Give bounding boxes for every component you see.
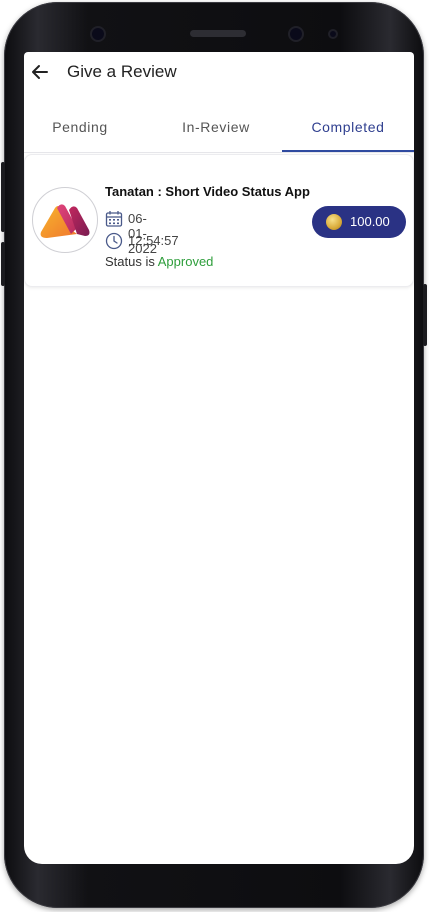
top-app-bar: Give a Review (24, 52, 414, 96)
review-time-text: 12:54:57 (128, 233, 179, 248)
reward-amount: 100.00 (350, 214, 390, 229)
app-logo (32, 187, 98, 253)
clock-icon (105, 232, 123, 250)
status-value: Approved (157, 254, 214, 269)
tab-completed-label: Completed (311, 119, 385, 135)
coin-icon (326, 214, 342, 230)
active-tab-indicator (282, 150, 414, 152)
review-card[interactable]: Tanatan : Short Video Status App 06-01-2… (24, 154, 414, 287)
earpiece-speaker (190, 30, 246, 37)
side-button-right (423, 284, 427, 346)
tab-completed[interactable]: Completed (282, 114, 414, 152)
tab-bar: Pending In-Review Completed (24, 114, 414, 153)
app-screen: Give a Review Pending In-Review Complete… (24, 52, 414, 864)
app-name: Tanatan : Short Video Status App (105, 184, 310, 199)
page-title: Give a Review (67, 62, 177, 81)
status-prefix: Status is (105, 254, 155, 269)
calendar-icon (105, 211, 123, 227)
tab-in-review[interactable]: In-Review (150, 114, 282, 152)
side-button-left-2 (1, 242, 5, 286)
sensor-icon (290, 28, 302, 40)
reward-button[interactable]: 100.00 (312, 206, 406, 238)
tab-pending-label: Pending (52, 119, 108, 135)
tab-in-review-label: In-Review (182, 119, 250, 135)
back-arrow-icon (32, 65, 48, 79)
back-button[interactable] (28, 60, 52, 84)
proximity-sensor-icon (330, 31, 336, 37)
side-button-left (1, 162, 5, 232)
review-status: Status is Approved (105, 254, 213, 269)
front-camera-icon (92, 28, 104, 40)
tab-pending[interactable]: Pending (24, 114, 136, 152)
phone-frame: Give a Review Pending In-Review Complete… (1, 2, 427, 908)
